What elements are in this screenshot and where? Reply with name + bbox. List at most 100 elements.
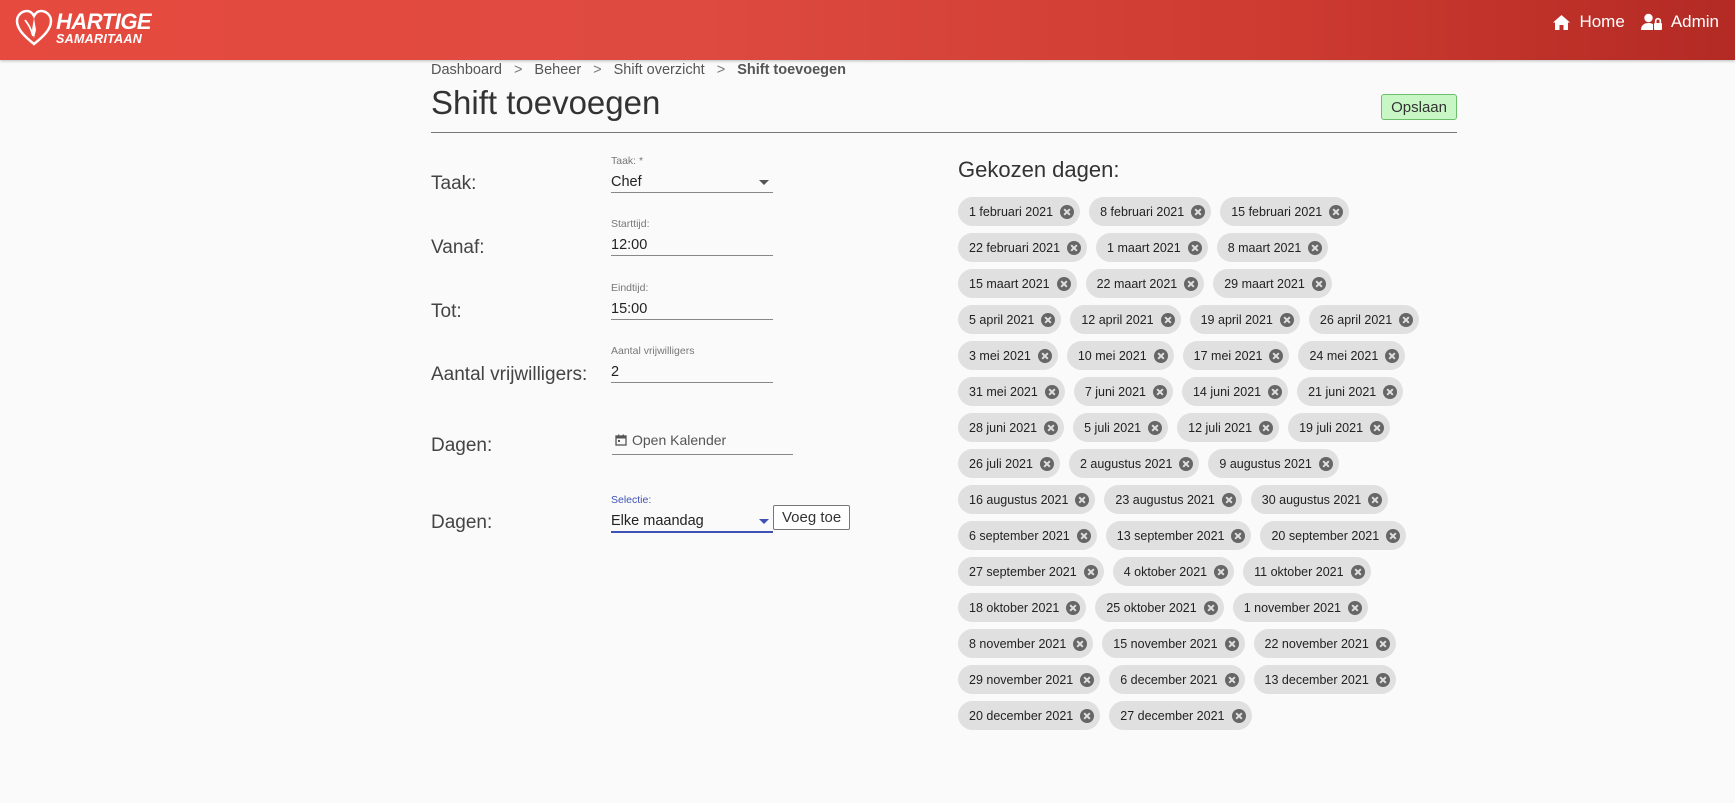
remove-chip-icon[interactable] xyxy=(1311,276,1326,291)
date-chip-label: 20 september 2021 xyxy=(1271,528,1380,543)
remove-chip-icon[interactable] xyxy=(1187,240,1202,255)
eindtijd-input[interactable]: 15:00 xyxy=(611,299,773,320)
remove-chip-icon[interactable] xyxy=(1041,312,1056,327)
remove-chip-icon[interactable] xyxy=(1318,456,1333,471)
remove-chip-icon[interactable] xyxy=(1044,420,1059,435)
date-chip-label: 26 juli 2021 xyxy=(969,456,1033,471)
breadcrumb-separator: > xyxy=(716,62,726,78)
chip-row: 22 februari 2021 1 maart 2021 8 maart 2021 xyxy=(958,233,1457,262)
breadcrumb-beheer[interactable]: Beheer xyxy=(534,62,581,78)
remove-chip-icon[interactable] xyxy=(1060,204,1075,219)
logo[interactable]: HARTIGE SAMARITAAN xyxy=(14,8,152,48)
remove-chip-icon[interactable] xyxy=(1083,564,1098,579)
remove-chip-icon[interactable] xyxy=(1368,492,1383,507)
eindtijd-field[interactable]: Eindtijd: 15:00 xyxy=(611,282,773,320)
remove-chip-icon[interactable] xyxy=(1383,384,1398,399)
user-lock-icon xyxy=(1640,13,1662,30)
remove-chip-icon[interactable] xyxy=(1152,384,1167,399)
remove-chip-icon[interactable] xyxy=(1269,348,1284,363)
remove-chip-icon[interactable] xyxy=(1067,240,1082,255)
remove-chip-icon[interactable] xyxy=(1066,600,1081,615)
breadcrumb-shift-overzicht[interactable]: Shift overzicht xyxy=(614,62,705,78)
date-chip-label: 18 oktober 2021 xyxy=(969,600,1060,615)
breadcrumb: Dashboard > Beheer > Shift overzicht > Shift t… xyxy=(431,62,846,78)
remove-chip-icon[interactable] xyxy=(1056,276,1071,291)
remove-chip-icon[interactable] xyxy=(1148,420,1163,435)
home-link[interactable]: Home xyxy=(1552,12,1625,32)
date-chip-label: 2 augustus 2021 xyxy=(1079,456,1173,471)
remove-chip-icon[interactable] xyxy=(1191,204,1206,219)
date-chip-label: 20 december 2021 xyxy=(969,708,1074,723)
remove-chip-icon[interactable] xyxy=(1399,312,1414,327)
remove-chip-icon[interactable] xyxy=(1386,528,1401,543)
date-chip: 26 juli 2021 xyxy=(958,449,1060,478)
remove-chip-icon[interactable] xyxy=(1231,528,1246,543)
chip-row: 8 november 2021 15 november 2021 22 novemb… xyxy=(958,629,1457,658)
date-chip-label: 16 augustus 2021 xyxy=(969,492,1069,507)
starttijd-input[interactable]: 12:00 xyxy=(611,235,773,256)
logo-line-1: HARTIGE xyxy=(56,8,152,34)
remove-chip-icon[interactable] xyxy=(1375,672,1390,687)
remove-chip-icon[interactable] xyxy=(1224,636,1239,651)
remove-chip-icon[interactable] xyxy=(1221,492,1236,507)
open-kalender-label: Open Kalender xyxy=(632,432,727,448)
save-button[interactable]: Opslaan xyxy=(1381,94,1457,120)
date-chip: 8 november 2021 xyxy=(958,629,1094,658)
remove-chip-icon[interactable] xyxy=(1075,492,1090,507)
remove-chip-icon[interactable] xyxy=(1179,456,1194,471)
remove-chip-icon[interactable] xyxy=(1348,600,1363,615)
remove-chip-icon[interactable] xyxy=(1039,456,1054,471)
remove-chip-icon[interactable] xyxy=(1350,564,1365,579)
chip-row: 3 mei 2021 10 mei 2021 17 mei 2021 24 mei 2… xyxy=(958,341,1457,370)
taak-select[interactable]: Taak: * Chef xyxy=(611,155,773,193)
date-chip-label: 11 oktober 2021 xyxy=(1254,564,1344,579)
date-chip: 11 oktober 2021 xyxy=(1243,557,1371,586)
remove-chip-icon[interactable] xyxy=(1153,348,1168,363)
remove-chip-icon[interactable] xyxy=(1184,276,1199,291)
remove-chip-icon[interactable] xyxy=(1279,312,1294,327)
admin-link-label: Admin xyxy=(1670,12,1719,31)
aantal-vrijwilligers-input[interactable]: 2 xyxy=(611,362,773,383)
aantal-vrijwilligers-field[interactable]: Aantal vrijwilligers 2 xyxy=(611,345,773,383)
date-chip: 23 augustus 2021 xyxy=(1104,485,1242,514)
remove-chip-icon[interactable] xyxy=(1370,420,1385,435)
remove-chip-icon[interactable] xyxy=(1231,708,1246,723)
remove-chip-icon[interactable] xyxy=(1076,528,1091,543)
remove-chip-icon[interactable] xyxy=(1308,240,1323,255)
breadcrumb-dashboard[interactable]: Dashboard xyxy=(431,62,502,78)
taak-select-value[interactable]: Chef xyxy=(611,172,773,193)
remove-chip-icon[interactable] xyxy=(1203,600,1218,615)
remove-chip-icon[interactable] xyxy=(1259,420,1274,435)
remove-chip-icon[interactable] xyxy=(1375,636,1390,651)
open-kalender-button[interactable]: Open Kalender xyxy=(612,426,793,455)
remove-chip-icon[interactable] xyxy=(1385,348,1400,363)
remove-chip-icon[interactable] xyxy=(1214,564,1229,579)
chip-row: 27 september 2021 4 oktober 2021 11 oktobe… xyxy=(958,557,1457,586)
starttijd-field[interactable]: Starttijd: 12:00 xyxy=(611,218,773,256)
date-chip-label: 1 november 2021 xyxy=(1243,600,1342,615)
date-chip: 24 mei 2021 xyxy=(1298,341,1406,370)
remove-chip-icon[interactable] xyxy=(1044,384,1059,399)
date-chip-label: 8 februari 2021 xyxy=(1100,204,1185,219)
remove-chip-icon[interactable] xyxy=(1160,312,1175,327)
date-chip: 2 augustus 2021 xyxy=(1068,449,1200,478)
remove-chip-icon[interactable] xyxy=(1080,672,1095,687)
date-chip: 5 juli 2021 xyxy=(1073,413,1169,442)
selectie-select-value[interactable]: Elke maandag xyxy=(611,511,773,533)
remove-chip-icon[interactable] xyxy=(1037,348,1052,363)
remove-chip-icon[interactable] xyxy=(1268,384,1283,399)
remove-chip-icon[interactable] xyxy=(1329,204,1344,219)
aantal-vrijwilligers-field-label: Aantal vrijwilligers xyxy=(611,345,695,357)
date-chip: 15 november 2021 xyxy=(1102,629,1245,658)
date-chip-label: 7 juni 2021 xyxy=(1084,384,1146,399)
vanaf-label: Vanaf: xyxy=(431,237,485,258)
remove-chip-icon[interactable] xyxy=(1080,708,1095,723)
remove-chip-icon[interactable] xyxy=(1224,672,1239,687)
selectie-select[interactable]: Selectie: Elke maandag xyxy=(611,494,773,533)
top-nav: Home Admin xyxy=(1552,0,1735,44)
date-chip-label: 14 juni 2021 xyxy=(1192,384,1262,399)
dagen-label: Dagen: xyxy=(431,435,493,456)
admin-link[interactable]: Admin xyxy=(1640,12,1719,32)
remove-chip-icon[interactable] xyxy=(1073,636,1088,651)
voeg-toe-button[interactable]: Voeg toe xyxy=(773,505,851,530)
